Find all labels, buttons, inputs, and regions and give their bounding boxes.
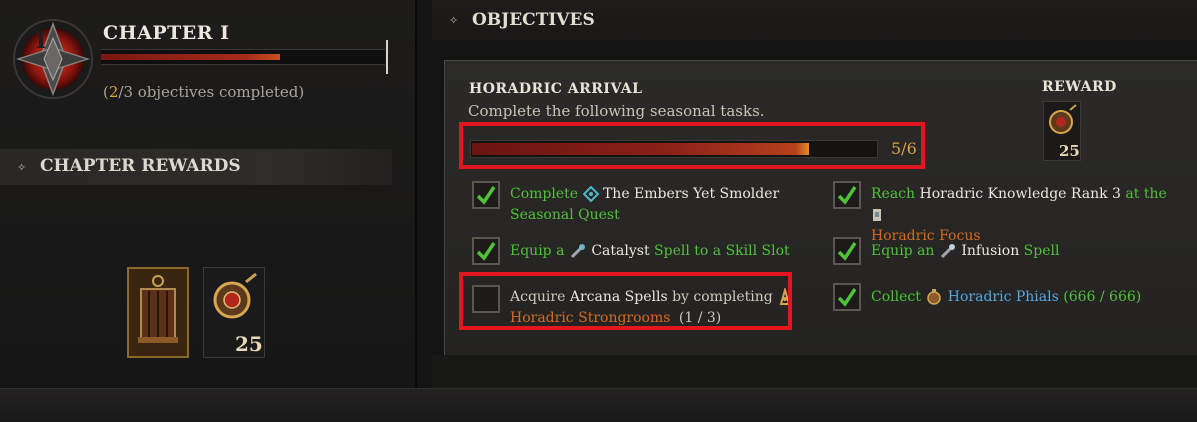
checkmark-icon <box>476 242 496 261</box>
chapter-title: CHAPTER I <box>103 22 230 44</box>
checkmark-icon <box>837 186 857 205</box>
task-text-phials: Collect Horadric Phials (666 / 666) <box>871 287 1191 308</box>
horadric-phial-icon <box>927 289 942 305</box>
task-verb: Collect <box>871 289 921 305</box>
task-object: Catalyst <box>591 243 650 259</box>
task-object: Infusion <box>961 243 1020 259</box>
task-verb: Equip a <box>510 243 565 259</box>
chapter-rewards-title: CHAPTER REWARDS <box>40 156 241 176</box>
task-checkbox[interactable] <box>472 237 500 265</box>
reward-count: 25 <box>235 332 263 356</box>
quest-reward-count: 25 <box>1059 142 1080 160</box>
quest-description: Complete the following seasonal tasks. <box>468 102 765 120</box>
quest-title: HORADRIC ARRIVAL <box>469 81 643 97</box>
task-checkbox[interactable] <box>833 181 861 209</box>
chapter-emblem-icon <box>13 19 93 99</box>
task-verb: Equip an <box>871 243 935 259</box>
task-text-catalyst: Equip a Catalyst Spell to a Skill Slot <box>510 241 820 262</box>
task-text-embers: Complete The Embers Yet Smolder Seasonal… <box>510 184 810 226</box>
card-footer <box>432 355 1197 388</box>
quest-reward-item[interactable]: 25 <box>1043 101 1081 161</box>
reward-item-cage[interactable] <box>127 267 189 358</box>
horadric-focus-icon <box>873 209 881 221</box>
task-connector: at the <box>1125 186 1167 202</box>
task-verb: Complete <box>510 186 579 202</box>
completed-rest: /3 objectives completed) <box>118 83 305 101</box>
task-object: The Embers Yet Smolder <box>602 186 780 202</box>
catalyst-spell-icon <box>570 244 585 259</box>
quest-diamond-icon <box>582 186 599 202</box>
task-checkbox[interactable] <box>833 283 861 311</box>
task-detail: Spell to a Skill Slot <box>654 243 790 259</box>
infusion-spell-icon <box>940 244 955 259</box>
task-object: Horadric Knowledge Rank 3 <box>919 186 1121 202</box>
task-detail: Spell <box>1023 243 1060 259</box>
task-text-infusion: Equip an Infusion Spell <box>871 241 1171 262</box>
objectives-title: OBJECTIVES <box>472 10 595 30</box>
cage-trophy-icon <box>138 275 178 343</box>
task-verb: Reach <box>871 186 916 202</box>
chapter-numeral: I <box>35 28 47 54</box>
task-text-knowledge: Reach Horadric Knowledge Rank 3 at the H… <box>871 184 1181 247</box>
task-count: (666 / 666) <box>1063 289 1142 305</box>
horadric-sigil-icon <box>1049 104 1077 134</box>
horadric-sigil-icon <box>213 272 257 319</box>
highlight-box-task <box>459 272 792 330</box>
chapter-progress-fill <box>101 54 280 60</box>
objectives-completed-text: (2/3 objectives completed) <box>103 83 304 101</box>
task-object: Horadric Phials <box>947 289 1059 305</box>
diamond-ornament-icon: ✧ <box>449 14 459 27</box>
diamond-ornament-icon: ✧ <box>17 161 27 174</box>
completed-count: 2 <box>108 83 119 101</box>
task-checkbox[interactable] <box>833 237 861 265</box>
reward-item-sigil[interactable]: 25 <box>203 267 265 358</box>
bottom-bar <box>0 388 1197 422</box>
highlight-box-progress <box>459 122 925 169</box>
checkmark-icon <box>837 242 857 261</box>
reward-label: REWARD <box>1042 79 1117 95</box>
task-detail: Seasonal Quest <box>510 207 620 223</box>
progress-end-cap-icon <box>386 40 388 74</box>
task-checkbox[interactable] <box>472 181 500 209</box>
checkmark-icon <box>837 288 857 307</box>
checkmark-icon <box>476 186 496 205</box>
